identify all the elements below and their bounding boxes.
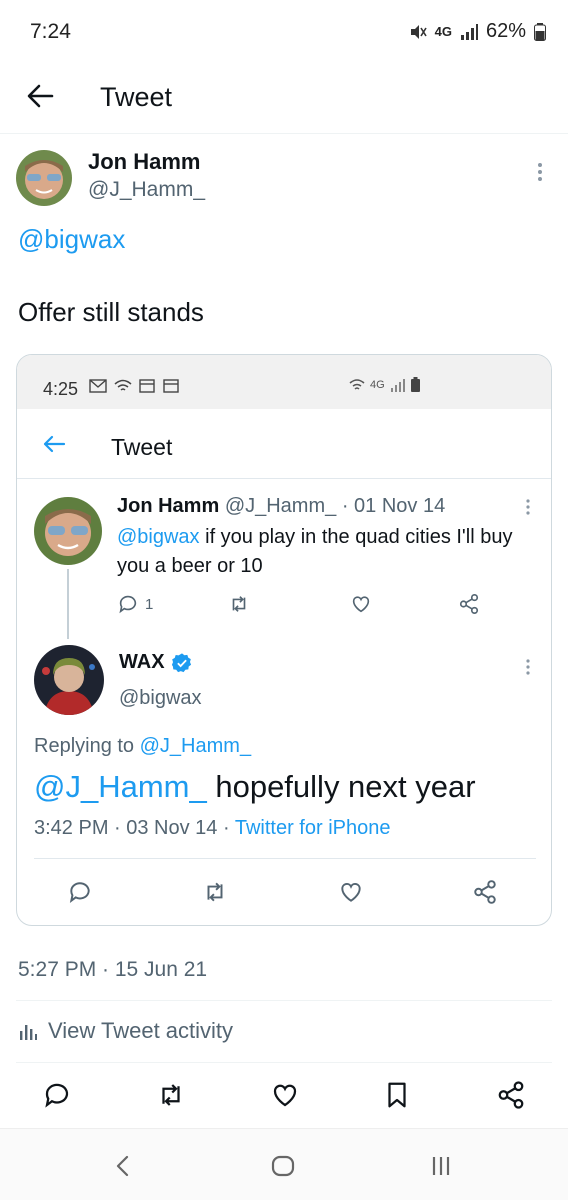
reply-text: @J_Hamm_ hopefully next year xyxy=(34,769,476,805)
tweet-mention-link[interactable]: @bigwax xyxy=(18,224,125,255)
nav-recents-icon[interactable] xyxy=(426,1151,456,1181)
embedded-status-time: 4:25 xyxy=(43,379,79,399)
replying-prefix: Replying to xyxy=(34,735,140,757)
system-nav-bar xyxy=(0,1128,568,1200)
mail-icon xyxy=(89,379,107,393)
reply-meta: 3:42 PM · 03 Nov 14 · Twitter for iPhone xyxy=(34,817,390,840)
more-icon xyxy=(526,499,530,515)
retweet-icon xyxy=(232,596,246,612)
reply-source: Twitter for iPhone xyxy=(234,817,391,839)
reply-mention: @J_Hamm_ xyxy=(34,769,207,804)
embedded-network-label: 4G xyxy=(370,378,385,391)
retweet-icon xyxy=(207,882,223,902)
author-avatar[interactable] xyxy=(16,150,72,206)
signal-icon xyxy=(460,23,478,40)
replying-handle: @J_Hamm_ xyxy=(139,735,252,757)
divider xyxy=(16,1062,552,1063)
quoted-date: · 01 Nov 14 xyxy=(341,495,446,517)
quoted-like-action xyxy=(349,593,373,615)
embedded-title: Tweet xyxy=(111,434,173,460)
reply-author-avatar xyxy=(34,645,104,715)
battery-icon xyxy=(534,22,546,41)
embedded-system-icons: 4G xyxy=(349,377,420,392)
quoted-author-name: Jon Hamm xyxy=(117,495,220,517)
back-arrow-icon[interactable] xyxy=(22,78,58,114)
reply-author-name: WAX xyxy=(119,651,165,673)
reply-icon[interactable] xyxy=(42,1080,72,1110)
reply-action-bar xyxy=(67,879,507,905)
status-bar: 7:24 4G 62% xyxy=(0,0,568,64)
bookmark-icon[interactable] xyxy=(382,1080,412,1110)
battery-icon xyxy=(410,377,420,392)
reply-time: 3:42 PM · 03 Nov 14 · xyxy=(34,817,235,839)
mute-icon xyxy=(410,24,427,39)
quoted-author-handle: @J_Hamm_ xyxy=(224,495,337,517)
share-icon xyxy=(474,880,496,904)
like-icon xyxy=(341,883,361,902)
reply-author-row: WAX xyxy=(119,651,193,674)
nav-back-icon[interactable] xyxy=(108,1151,138,1181)
avatar-image xyxy=(34,645,104,715)
tweet-timestamp: 5:27 PM · 15 Jun 21 xyxy=(18,958,208,981)
quoted-reply-action: 1 xyxy=(117,593,153,615)
reply-body: hopefully next year xyxy=(206,769,476,804)
tweet-action-bar xyxy=(0,1080,568,1114)
embedded-top-bar: Tweet xyxy=(17,409,551,479)
embedded-status-bar: 4:25 4G xyxy=(17,355,551,409)
view-tweet-activity-label: View Tweet activity xyxy=(48,1018,234,1043)
activity-chart-icon xyxy=(20,1025,37,1040)
quoted-tweet-text: @bigwax if you play in the quad cities I… xyxy=(117,523,527,581)
battery-percent: 62% xyxy=(485,20,526,42)
verified-icon xyxy=(171,652,191,672)
embedded-notification-icons xyxy=(89,379,179,397)
share-icon xyxy=(459,594,479,614)
thread-connector-line xyxy=(67,569,69,639)
author-name[interactable]: Jon Hamm xyxy=(88,149,200,175)
divider xyxy=(34,858,536,859)
quoted-mention: @bigwax xyxy=(117,526,200,548)
back-arrow-icon xyxy=(43,435,66,453)
nav-home-icon[interactable] xyxy=(268,1151,298,1181)
like-icon xyxy=(352,596,370,613)
page-title: Tweet xyxy=(100,82,173,112)
more-icon xyxy=(526,659,530,675)
wifi-icon xyxy=(114,379,132,391)
reply-icon xyxy=(69,882,90,903)
reply-author-handle: @bigwax xyxy=(119,687,202,709)
avatar-image xyxy=(16,150,72,206)
calendar-icon xyxy=(162,379,179,393)
replying-to-label: Replying to @J_Hamm_ xyxy=(34,735,251,758)
tweet-text: Offer still stands xyxy=(18,297,204,327)
quoted-retweet-action xyxy=(227,593,251,615)
share-icon[interactable] xyxy=(496,1080,526,1110)
signal-icon xyxy=(390,378,405,392)
quoted-reply-count: 1 xyxy=(145,595,154,613)
calendar-icon xyxy=(139,379,156,393)
quoted-tweet-header: Jon Hamm @J_Hamm_ · 01 Nov 14 xyxy=(117,495,445,518)
view-tweet-activity-link[interactable]: View Tweet activity xyxy=(18,1018,233,1044)
wifi-icon xyxy=(349,378,365,390)
status-icons: 4G 62% xyxy=(409,20,546,43)
more-icon[interactable] xyxy=(530,160,550,184)
reply-icon xyxy=(119,595,137,614)
like-icon[interactable] xyxy=(270,1080,300,1110)
quoted-author-avatar xyxy=(34,497,102,565)
status-time: 7:24 xyxy=(30,20,71,43)
attached-image[interactable]: 4:25 4G Tweet Jon Hamm @J_Hamm_ · 01 Nov… xyxy=(16,354,552,926)
quoted-share-action xyxy=(457,593,481,615)
author-handle[interactable]: @J_Hamm_ xyxy=(88,178,205,202)
quoted-action-bar: 1 xyxy=(117,593,479,619)
divider xyxy=(16,1000,552,1001)
top-app-bar: Tweet xyxy=(0,64,568,134)
retweet-icon[interactable] xyxy=(156,1080,186,1110)
network-label: 4G xyxy=(434,24,452,39)
avatar-image xyxy=(34,497,102,565)
